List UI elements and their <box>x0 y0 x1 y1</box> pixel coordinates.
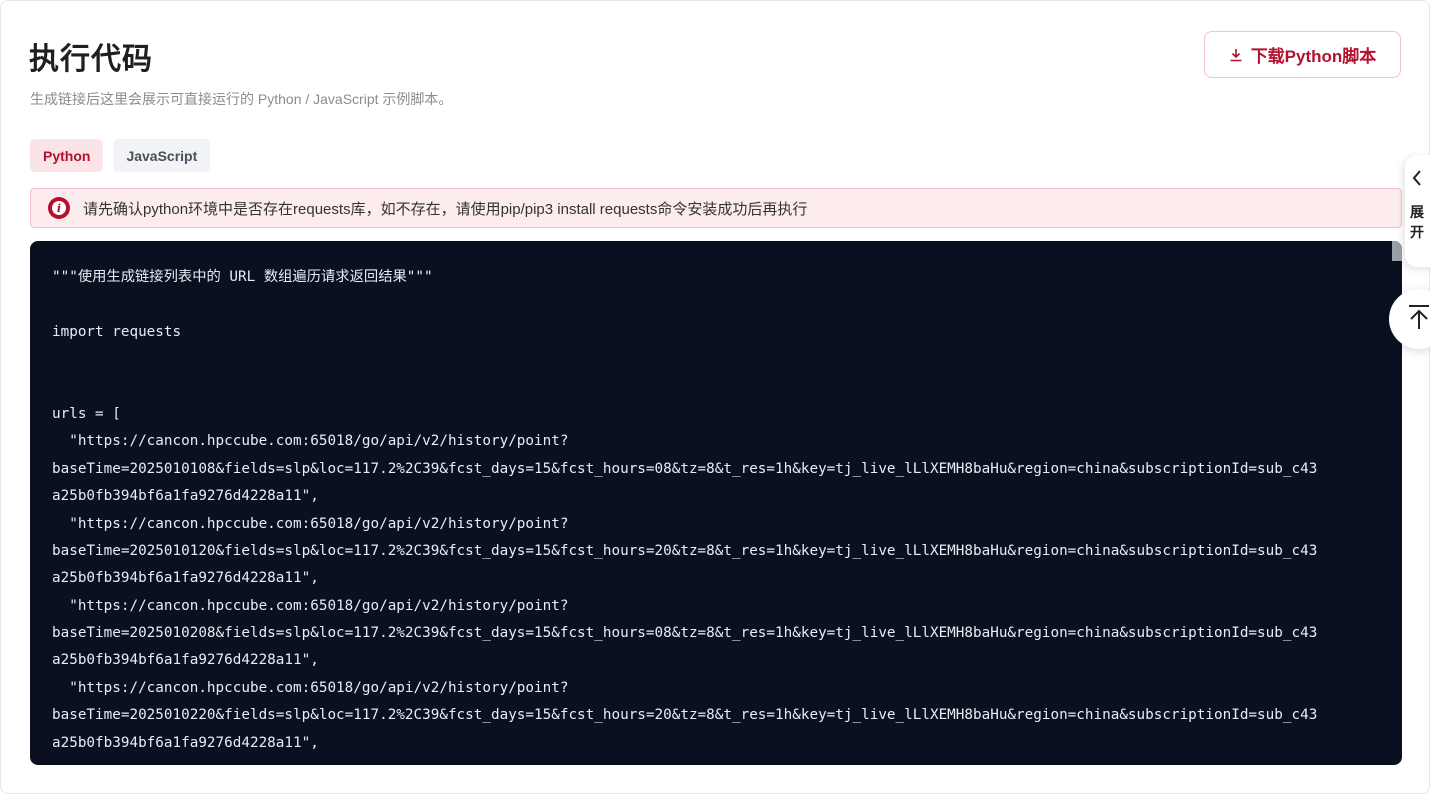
code-line: baseTime=2025010208&fields=slp&loc=117.2… <box>52 625 1318 642</box>
code-line: a25b0fb394bf6a1fa9276d4228a11", <box>52 488 319 505</box>
code-line: "https://cancon.hpccube.com:65018/go/api… <box>52 433 569 450</box>
code-line: urls = [ <box>52 405 121 422</box>
page-title: 执行代码 <box>29 43 153 76</box>
code-line: baseTime=2025010120&fields=slp&loc=117.2… <box>52 542 1318 559</box>
code-line: a25b0fb394bf6a1fa9276d4228a11", <box>52 570 319 587</box>
tab-python[interactable]: Python <box>30 139 104 172</box>
code-line: a25b0fb394bf6a1fa9276d4228a11", <box>52 652 319 669</box>
code-line: a25b0fb394bf6a1fa9276d4228a11", <box>52 734 319 751</box>
info-icon: i <box>48 197 70 219</box>
code-line: "https://cancon.hpccube.com:65018/go/api… <box>52 597 569 614</box>
expand-label: 展开 <box>1410 204 1424 240</box>
chevron-left-icon <box>1412 155 1423 192</box>
requests-warning-alert: i 请先确认python环境中是否存在requests库，如不存在，请使用pip… <box>30 188 1402 228</box>
code-scrollbar[interactable] <box>1392 241 1402 261</box>
alert-text: 请先确认python环境中是否存在requests库，如不存在，请使用pip/p… <box>83 200 808 218</box>
download-button-label: 下载Python脚本 <box>1250 47 1377 66</box>
code-line: baseTime=2025010220&fields=slp&loc=117.2… <box>52 707 1318 724</box>
code-line: "https://cancon.hpccube.com:65018/go/api… <box>52 515 569 532</box>
page-subtitle: 生成链接后这里会展示可直接运行的 Python / JavaScript 示例脚… <box>30 91 453 107</box>
back-to-top-icon <box>1389 304 1430 335</box>
code-lines: """使用生成链接列表中的 URL 数组遍历请求返回结果""" import re… <box>52 264 1372 757</box>
code-line: "https://cancon.hpccube.com:65018/go/api… <box>52 679 569 696</box>
code-panel: 执行代码 生成链接后这里会展示可直接运行的 Python / JavaScrip… <box>0 0 1430 794</box>
code-line: baseTime=2025010108&fields=slp&loc=117.2… <box>52 460 1318 477</box>
expand-side-panel-button[interactable]: 展开 <box>1405 155 1430 267</box>
download-python-button[interactable]: 下载Python脚本 <box>1204 31 1401 78</box>
language-tabs: Python JavaScript <box>30 139 211 172</box>
code-block[interactable]: """使用生成链接列表中的 URL 数组遍历请求返回结果""" import re… <box>30 241 1402 765</box>
code-line: import requests <box>52 323 182 340</box>
download-icon <box>1229 48 1243 62</box>
tab-javascript[interactable]: JavaScript <box>113 139 211 172</box>
code-line: """使用生成链接列表中的 URL 数组遍历请求返回结果""" <box>52 269 433 285</box>
